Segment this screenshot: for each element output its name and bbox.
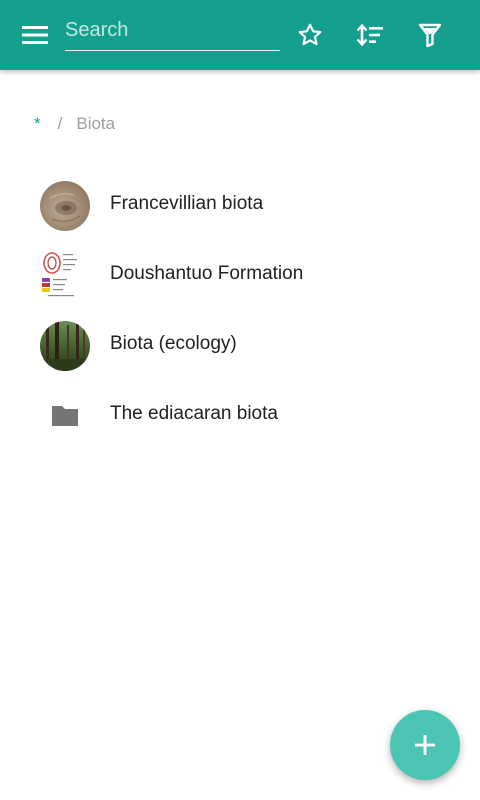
article-list: Francevillian biota Doushantuo Formation… (0, 171, 480, 451)
forest-thumbnail (40, 321, 90, 371)
list-item-label: Biota (ecology) (110, 333, 237, 354)
search-input[interactable] (65, 12, 280, 48)
app-screen: * / Biota Francevillian biota (0, 0, 480, 800)
breadcrumb: * / Biota (34, 112, 115, 136)
search-field (65, 12, 280, 51)
list-item-francevillian-biota[interactable]: Francevillian biota (0, 171, 480, 241)
menu-button[interactable] (13, 13, 57, 57)
menu-icon (22, 26, 48, 44)
breadcrumb-separator: / (57, 114, 63, 133)
top-app-bar (0, 0, 480, 70)
filter-icon (418, 23, 442, 48)
list-item-label: The ediacaran biota (110, 403, 278, 424)
list-item-label: Doushantuo Formation (110, 263, 304, 284)
fossil-thumbnail (40, 181, 90, 231)
breadcrumb-current: Biota (76, 114, 116, 133)
sort-icon (356, 23, 383, 47)
list-item-label: Francevillian biota (110, 193, 264, 214)
add-fab-button[interactable] (390, 710, 460, 780)
star-outline-icon (298, 23, 322, 46)
folder-thumbnail (40, 391, 90, 441)
breadcrumb-root[interactable]: * (34, 114, 41, 134)
sort-button[interactable] (348, 13, 392, 57)
diagram-thumbnail (40, 251, 90, 301)
list-item-the-ediacaran-biota[interactable]: The ediacaran biota (0, 381, 480, 451)
list-item-doushantuo-formation[interactable]: Doushantuo Formation (0, 241, 480, 311)
favorites-button[interactable] (288, 13, 332, 57)
list-item-biota-ecology[interactable]: Biota (ecology) (0, 311, 480, 381)
folder-icon (52, 406, 78, 426)
filter-button[interactable] (408, 13, 452, 57)
add-icon (415, 735, 435, 755)
